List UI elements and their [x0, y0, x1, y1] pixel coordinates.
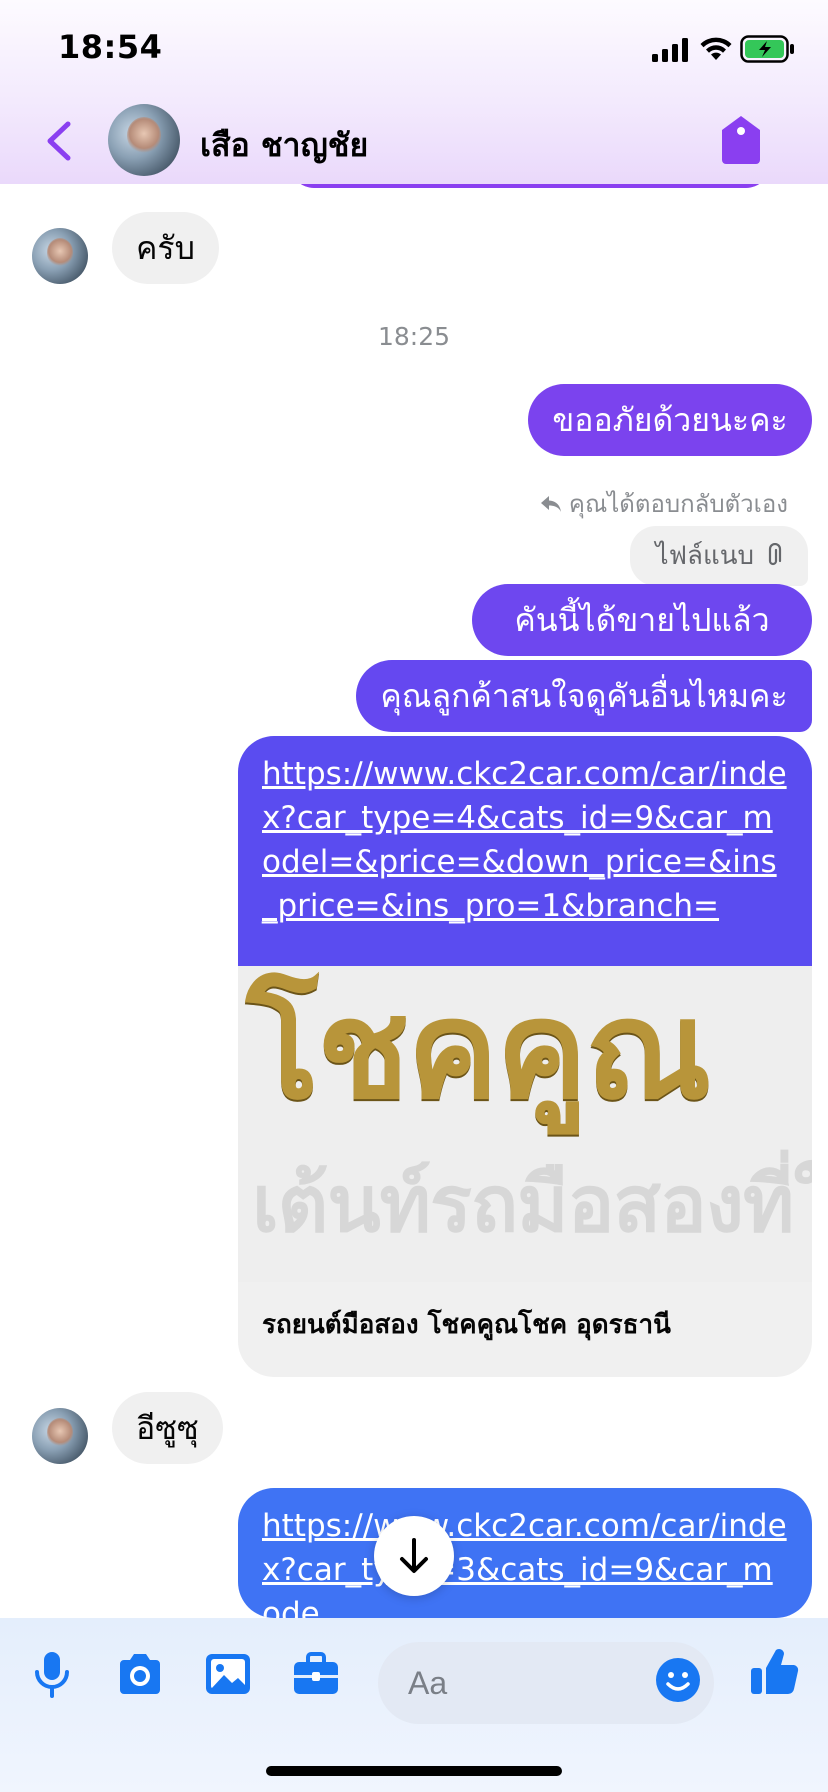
- arrow-down-icon: [400, 1538, 428, 1573]
- outgoing-message[interactable]: คุณลูกค้าสนใจดูคันอื่นไหมคะ: [356, 660, 812, 732]
- incoming-message[interactable]: ครับ: [112, 212, 219, 284]
- link-preview-card[interactable]: https://www.ckc2car.com/car/index?car_ty…: [238, 736, 812, 1377]
- reply-arrow-icon: [540, 495, 561, 512]
- reply-note: คุณได้ตอบกลับตัวเอง: [539, 484, 788, 523]
- back-chevron-icon[interactable]: [40, 118, 80, 164]
- reply-note-text: คุณได้ตอบกลับตัวเอง: [568, 490, 788, 518]
- scroll-to-bottom-button[interactable]: [374, 1516, 454, 1596]
- preview-logo-sub: เต้นท์รถมือสองที่ใ: [252, 1160, 812, 1250]
- link-url[interactable]: https://www.ckc2car.com/car/index?car_ty…: [238, 1488, 812, 1618]
- contact-avatar[interactable]: [108, 104, 180, 176]
- home-indicator[interactable]: [266, 1766, 562, 1776]
- sender-avatar[interactable]: [32, 228, 88, 284]
- battery-charging-icon: [740, 35, 794, 63]
- outgoing-message[interactable]: ขออภัยด้วยนะคะ: [528, 384, 812, 456]
- contact-name[interactable]: เสือ ชาญชัย: [200, 120, 368, 171]
- emoji-icon[interactable]: [654, 1656, 702, 1704]
- link-preview-card[interactable]: https://www.ckc2car.com/car/index?car_ty…: [238, 1488, 812, 1618]
- microphone-icon[interactable]: [26, 1648, 78, 1700]
- preview-logo-main: โชคคูณ: [246, 972, 711, 1130]
- image-icon[interactable]: [202, 1648, 254, 1700]
- briefcase-icon[interactable]: [290, 1648, 342, 1700]
- signal-icon: [652, 38, 688, 62]
- paperclip-icon: [768, 543, 782, 566]
- chat-header: 18:54 เสือ ชาญชัย: [0, 0, 828, 184]
- status-time: 18:54: [58, 28, 163, 66]
- tag-icon[interactable]: [718, 114, 764, 166]
- camera-icon[interactable]: [114, 1648, 166, 1700]
- attachment-label: ไฟล์แนบ: [655, 541, 754, 571]
- wifi-icon: [700, 37, 732, 60]
- link-preview-image[interactable]: โชคคูณ เต้นท์รถมือสองที่ใ: [238, 966, 812, 1282]
- link-url[interactable]: https://www.ckc2car.com/car/index?car_ty…: [238, 736, 812, 966]
- message-composer: [0, 1618, 828, 1792]
- incoming-message[interactable]: อีซูซุ: [112, 1392, 223, 1464]
- link-preview-title[interactable]: รถยนต์มือสอง โชคคูณโชค อุดรธานี: [238, 1282, 812, 1377]
- thumbs-up-icon[interactable]: [748, 1644, 802, 1698]
- message-timestamp: 18:25: [377, 322, 451, 351]
- outgoing-message[interactable]: คันนี้ได้ขายไปแล้วค่ะ: [472, 584, 812, 711]
- attachment-quote[interactable]: ไฟล์แนบ: [629, 526, 808, 586]
- sender-avatar[interactable]: [32, 1408, 88, 1464]
